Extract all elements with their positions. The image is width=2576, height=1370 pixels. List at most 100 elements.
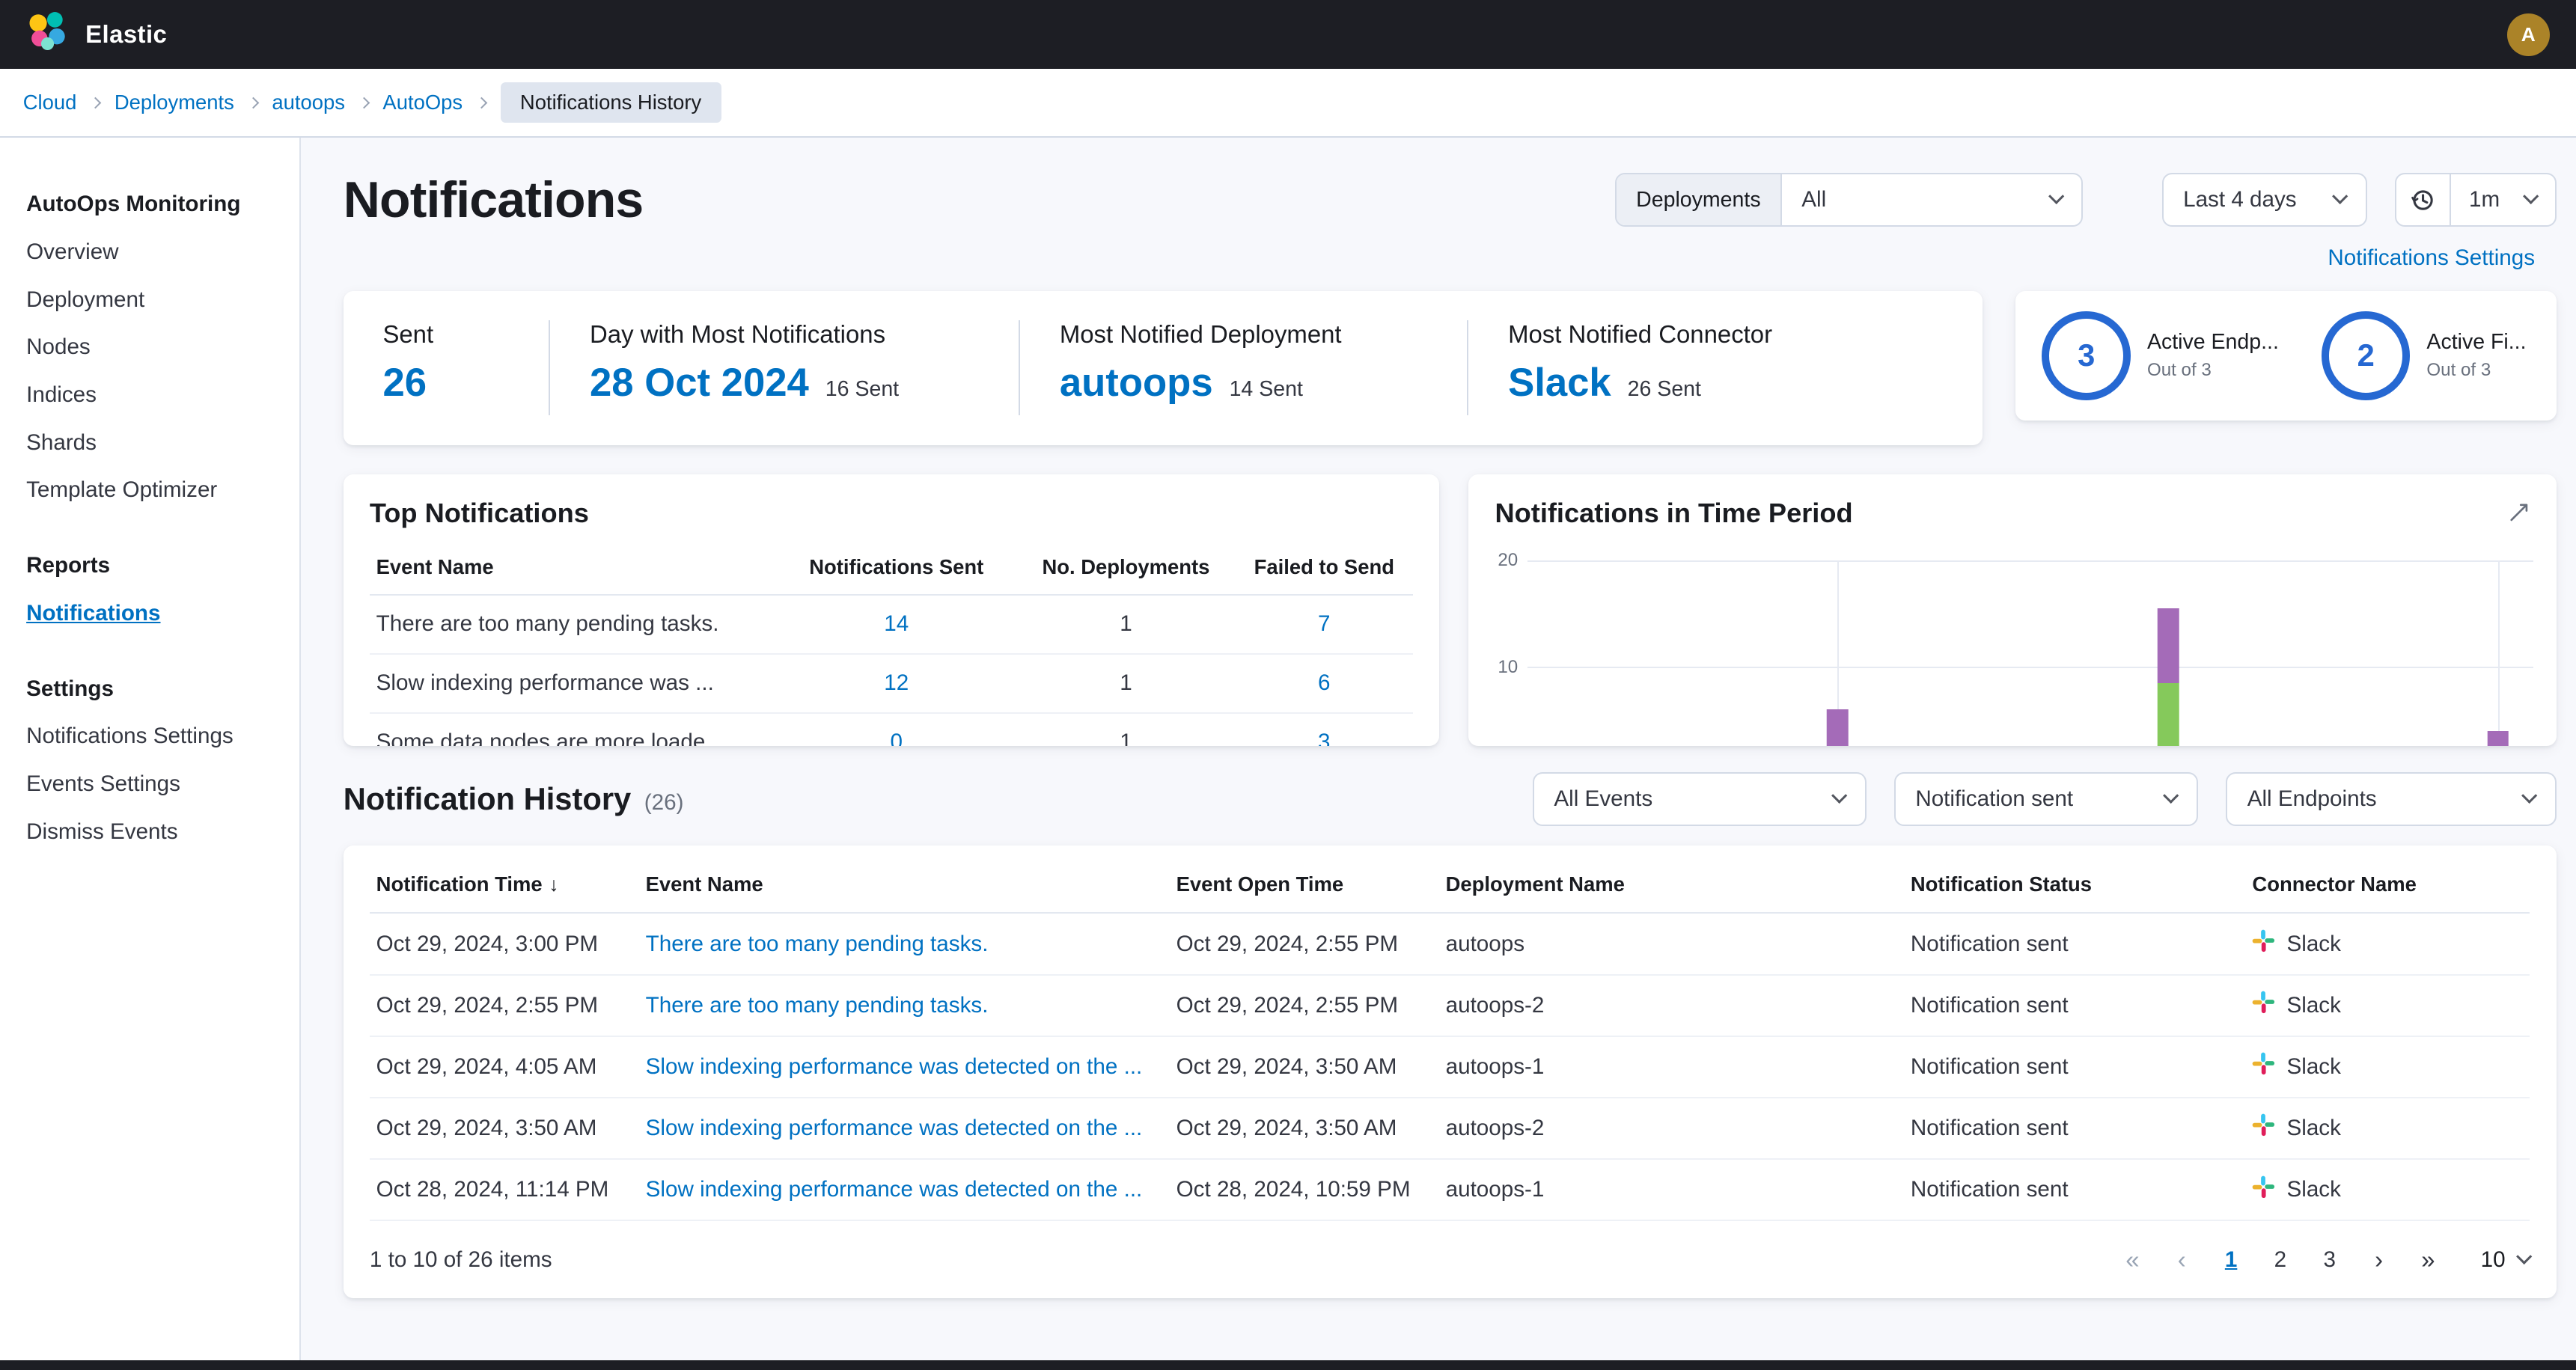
last-page-button[interactable]: » [2405,1237,2451,1282]
prev-page-button[interactable]: ‹ [2159,1237,2205,1282]
deployments-filter-label: Deployments [1617,174,1782,225]
notifications-settings-link[interactable]: Notifications Settings [2328,245,2535,270]
cell-notification-time: Oct 29, 2024, 2:55 PM [370,975,639,1036]
col-connector-name[interactable]: Connector Name [2246,852,2530,913]
chevron-down-icon [2516,1248,2533,1265]
sidebar-item-shards[interactable]: Shards [26,419,272,467]
cell-event-open-time: Oct 29, 2024, 2:55 PM [1170,913,1439,974]
cell-notification-status: Notification sent [1904,1159,2246,1220]
expand-icon[interactable] [2507,501,2530,530]
breadcrumb-cloud[interactable]: Cloud [23,91,77,114]
next-page-button[interactable]: › [2356,1237,2402,1282]
event-name-link[interactable]: There are too many pending tasks. [646,993,989,1018]
cell-notification-status: Notification sent [1904,1036,2246,1098]
events-filter-value: All Events [1554,786,1652,812]
cell-deployment-name: autoops-2 [1439,1098,1904,1159]
cell-event-open-time: Oct 29, 2024, 3:50 AM [1170,1036,1439,1098]
elastic-brand[interactable]: Elastic [26,10,167,59]
col-event-name[interactable]: Event Name [639,852,1170,913]
event-name-link[interactable]: Slow indexing performance was detected o… [646,1116,1143,1140]
page-title: Notifications [344,171,644,229]
gridline [1527,667,2533,668]
sidebar-item-nodes[interactable]: Nodes [26,323,272,371]
toolbar: Deployments All Last 4 days [1615,173,2557,227]
notification-stats-card: Sent 26 Day with Most Notifications 28 O… [344,291,1983,445]
sidebar-item-deployment[interactable]: Deployment [26,276,272,324]
active-filters-ring: 2 [2322,311,2411,400]
stat-connector-sub: 26 Sent [1628,377,1701,402]
page-button-3[interactable]: 3 [2307,1237,2352,1282]
notification-history-card: Notification Time↓ Event Name Event Open… [344,845,2557,1298]
cell-notification-status: Notification sent [1904,913,2246,974]
tn-sent-link[interactable]: 0 [891,730,903,745]
first-page-button[interactable]: « [2110,1237,2155,1282]
sidebar-item-dismiss-events[interactable]: Dismiss Events [26,808,272,856]
stat-deployment-label: Most Notified Deployment [1060,320,1428,349]
tn-sent-link[interactable]: 14 [884,611,909,636]
cell-connector-name: Slack [2286,993,2340,1018]
sidebar-item-indices[interactable]: Indices [26,371,272,419]
page-button-1[interactable]: 1 [2208,1237,2253,1282]
tn-failed-link[interactable]: 3 [1318,730,1330,745]
chart-bar-segment [2158,608,2179,683]
cell-deployment-name: autoops-1 [1439,1036,1904,1098]
breadcrumb-deployments[interactable]: Deployments [115,91,234,114]
status-filter-select[interactable]: Notification sent [1894,772,2198,826]
endpoints-filter-select[interactable]: All Endpoints [2226,772,2556,826]
active-filters-label: Active Fi... [2426,330,2526,355]
col-deployment-name[interactable]: Deployment Name [1439,852,1904,913]
page-size-select[interactable]: 10 [2481,1247,2530,1273]
refresh-interval-value: 1m [2469,187,2500,212]
sidebar-item-overview[interactable]: Overview [26,228,272,276]
cell-notification-time: Oct 28, 2024, 11:14 PM [370,1159,639,1220]
elastic-logo-icon [26,10,69,59]
tn-col-failed-to-send: Failed to Send [1236,545,1413,595]
events-filter-select[interactable]: All Events [1533,772,1867,826]
time-range-value: Last 4 days [2183,187,2297,212]
chevron-down-icon [1831,788,1848,804]
deployments-filter-group[interactable]: Deployments All [1615,173,2084,227]
endpoints-filter-value: All Endpoints [2247,786,2377,812]
breadcrumb-autoops[interactable]: autoops [272,91,345,114]
sort-desc-icon: ↓ [549,873,558,896]
col-notification-time[interactable]: Notification Time↓ [370,852,639,913]
history-title: Notification History [344,781,631,817]
cell-notification-time: Oct 29, 2024, 4:05 AM [370,1036,639,1098]
chart-title: Notifications in Time Period [1495,498,1853,529]
tn-sent-link[interactable]: 12 [884,670,909,695]
app-root: Elastic A Cloud Deployments autoops Auto… [0,0,2576,1370]
event-name-link[interactable]: There are too many pending tasks. [646,932,989,956]
user-avatar[interactable]: A [2507,13,2550,56]
pagination-summary: 1 to 10 of 26 items [370,1247,552,1273]
cell-deployment-name: autoops-2 [1439,975,1904,1036]
time-range-select[interactable]: Last 4 days [2162,173,2367,227]
gridline [2498,560,2500,746]
table-row: Oct 28, 2024, 11:14 PM Slow indexing perf… [370,1159,2530,1220]
stat-deployment-sub: 14 Sent [1230,377,1303,402]
chevron-right-icon [358,97,370,109]
refresh-clock-icon[interactable] [2396,174,2450,225]
breadcrumb-autoops-app[interactable]: AutoOps [382,91,463,114]
tn-failed-link[interactable]: 6 [1318,670,1330,695]
tn-deployments-count: 1 [1016,654,1236,713]
sidebar-item-notifications[interactable]: Notifications [26,590,272,637]
col-event-open-time[interactable]: Event Open Time [1170,852,1439,913]
event-name-link[interactable]: Slow indexing performance was detected o… [646,1177,1143,1202]
sidebar-item-events-settings[interactable]: Events Settings [26,760,272,808]
page-button-2[interactable]: 2 [2257,1237,2303,1282]
chevron-down-icon [2163,788,2179,804]
chart-bar-segment [2158,683,2179,746]
sidebar-item-notifications-settings[interactable]: Notifications Settings [26,713,272,761]
tn-col-notifications-sent: Notifications Sent [776,545,1016,595]
event-name-link[interactable]: Slow indexing performance was detected o… [646,1054,1143,1079]
stat-day-label: Day with Most Notifications [590,320,979,349]
auto-refresh-control[interactable]: 1m [2395,173,2556,227]
sidebar-item-template-optimizer[interactable]: Template Optimizer [26,466,272,514]
chevron-right-icon [476,97,488,109]
top-notifications-table: Event Name Notifications Sent No. Deploy… [370,545,1413,746]
col-notification-status[interactable]: Notification Status [1904,852,2246,913]
table-row: Oct 29, 2024, 3:50 AMSlow indexing perfo… [370,1098,2530,1159]
tn-col-event-name: Event Name [370,545,777,595]
tn-failed-link[interactable]: 7 [1318,611,1330,636]
chart-bar-segment [2488,731,2509,746]
